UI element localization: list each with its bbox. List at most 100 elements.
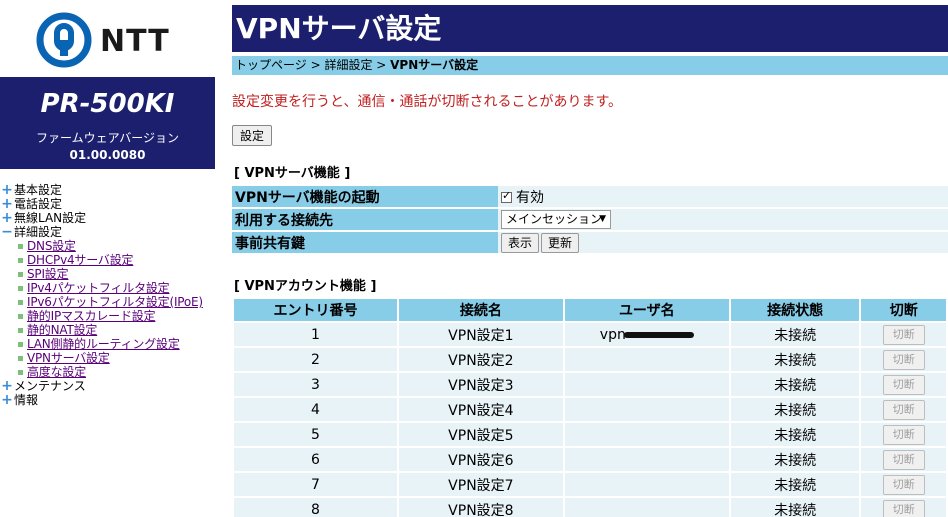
connection-status: 未接続 [730, 348, 860, 371]
bullet-icon [18, 355, 23, 361]
nav-link[interactable]: 高度な設定 [27, 365, 86, 379]
entry-number: 3 [234, 373, 397, 396]
disconnect-button[interactable]: 切断 [882, 324, 925, 345]
nav-link[interactable]: 静的NAT設定 [27, 323, 97, 337]
nav-link[interactable]: DHCPv4サーバ設定 [27, 253, 133, 267]
nav-phone[interactable]: + 電話設定 [0, 197, 228, 211]
disconnect-button[interactable]: 切断 [882, 474, 925, 495]
header-status: 接続状態 [730, 299, 860, 321]
set-button[interactable]: 設定 [232, 125, 272, 146]
update-psk-button[interactable]: 更新 [541, 232, 580, 253]
nav-label: メンテナンス [14, 379, 86, 393]
bullet-icon [18, 257, 23, 263]
nav-sub-ipv4-filter: IPv4パケットフィルタ設定 [0, 281, 228, 295]
nav-sub-dns: DNS設定 [0, 239, 228, 253]
nav-sub-ipv6-filter: IPv6パケットフィルタ設定(IPoE) [0, 295, 228, 309]
nav-wireless-lan[interactable]: + 無線LAN設定 [0, 211, 228, 225]
connection-value: メインセッション [506, 212, 603, 226]
nav-label: 詳細設定 [14, 225, 63, 239]
bullet-icon [18, 271, 23, 277]
connection-status: 未接続 [730, 473, 860, 496]
user-name [564, 398, 729, 421]
table-row: 8 VPN設定8 未接続 切断 [234, 498, 946, 517]
disconnect-button[interactable]: 切断 [882, 449, 925, 470]
nav-label: 無線LAN設定 [14, 211, 87, 225]
connection-status: 未接続 [730, 423, 860, 446]
cut-cell: 切断 [861, 498, 946, 517]
connection-cell: メインセッション ▼ [498, 209, 948, 230]
model-info-panel: PR-500KI ファームウェアバージョン 01.00.0080 [0, 77, 215, 169]
cut-cell: 切断 [861, 348, 946, 371]
header-cut: 切断 [861, 299, 946, 321]
page-title: VPNサーバ設定 [232, 5, 948, 52]
cut-cell: 切断 [861, 423, 946, 446]
connection-name: VPN設定5 [398, 423, 563, 446]
nav-sub-advanced-settings: 高度な設定 [0, 365, 228, 379]
cut-cell: 切断 [861, 323, 946, 346]
table-row: 4 VPN設定4 未接続 切断 [234, 398, 946, 421]
nav-link[interactable]: 静的IPマスカレード設定 [27, 309, 156, 323]
nav-link[interactable]: SPI設定 [27, 267, 69, 281]
ntt-logo: NTT [36, 12, 186, 68]
table-row: 利用する接続先 メインセッション ▼ [232, 209, 948, 230]
connection-status: 未接続 [730, 498, 860, 517]
cut-cell: 切断 [861, 473, 946, 496]
enable-value: 有効 [516, 189, 544, 206]
logo-text: NTT [100, 24, 170, 59]
disconnect-button[interactable]: 切断 [882, 499, 925, 517]
vpn-account-section-title: [ VPNアカウント機能 ] [234, 279, 377, 294]
entry-number: 5 [234, 423, 397, 446]
user-name [564, 348, 729, 371]
nav-sub-static-masquerade: 静的IPマスカレード設定 [0, 309, 228, 323]
entry-number: 4 [234, 398, 397, 421]
disconnect-button[interactable]: 切断 [882, 399, 925, 420]
firmware-label: ファームウェアバージョン [36, 131, 179, 145]
warning-notice: 設定変更を行うと、通信・通話が切断されることがあります。 [232, 94, 623, 110]
connection-select[interactable]: メインセッション ▼ [501, 210, 611, 229]
cut-cell: 切断 [861, 373, 946, 396]
nav-link[interactable]: DNS設定 [27, 239, 76, 253]
table-row: 7 VPN設定7 未接続 切断 [234, 473, 946, 496]
nav-link[interactable]: IPv4パケットフィルタ設定 [27, 281, 170, 295]
bullet-icon [18, 313, 23, 319]
expand-icon: + [1, 378, 13, 394]
user-name [564, 473, 729, 496]
nav-sub-dhcpv4: DHCPv4サーバ設定 [0, 253, 228, 267]
nav-maintenance[interactable]: + メンテナンス [0, 379, 228, 393]
header-user: ユーザ名 [564, 299, 729, 321]
nav-label: 電話設定 [14, 197, 63, 211]
disconnect-button[interactable]: 切断 [882, 374, 925, 395]
nav-link[interactable]: IPv6パケットフィルタ設定(IPoE) [27, 295, 203, 309]
nav-link[interactable]: VPNサーバ設定 [27, 351, 110, 365]
collapse-icon: − [1, 224, 13, 240]
disconnect-button[interactable]: 切断 [882, 424, 925, 445]
enable-checkbox[interactable] [501, 189, 512, 203]
user-name [564, 498, 729, 517]
bullet-icon [18, 243, 23, 249]
nav-info[interactable]: + 情報 [0, 393, 228, 407]
nav-link[interactable]: LAN側静的ルーティング設定 [27, 337, 180, 351]
show-psk-button[interactable]: 表示 [501, 232, 540, 253]
bullet-icon [18, 369, 23, 375]
connection-name: VPN設定2 [398, 348, 563, 371]
nav-advanced[interactable]: − 詳細設定 [0, 225, 228, 239]
firmware-version: 01.00.0080 [69, 148, 146, 162]
bullet-icon [18, 299, 23, 305]
psk-label: 事前共有鍵 [232, 232, 498, 253]
table-row: 6 VPN設定6 未接続 切断 [234, 448, 946, 471]
ntt-logo-icon [36, 12, 92, 68]
nav-sub-spi: SPI設定 [0, 267, 228, 281]
disconnect-button[interactable]: 切断 [882, 349, 925, 370]
enable-label: VPNサーバ機能の起動 [232, 186, 498, 207]
connection-status: 未接続 [730, 448, 860, 471]
table-row: 事前共有鍵 表示 更新 [232, 232, 948, 253]
nav-sub-vpn-server: VPNサーバ設定 [0, 351, 228, 365]
connection-status: 未接続 [730, 373, 860, 396]
user-name [564, 373, 729, 396]
table-header-row: エントリ番号 接続名 ユーザ名 接続状態 切断 [234, 299, 946, 321]
nav-basic[interactable]: + 基本設定 [0, 183, 228, 197]
breadcrumb: トップページ > 詳細設定 > VPNサーバ設定 [232, 56, 948, 75]
connection-label: 利用する接続先 [232, 209, 498, 230]
psk-cell: 表示 更新 [498, 232, 948, 253]
nav-label: 基本設定 [14, 183, 63, 197]
